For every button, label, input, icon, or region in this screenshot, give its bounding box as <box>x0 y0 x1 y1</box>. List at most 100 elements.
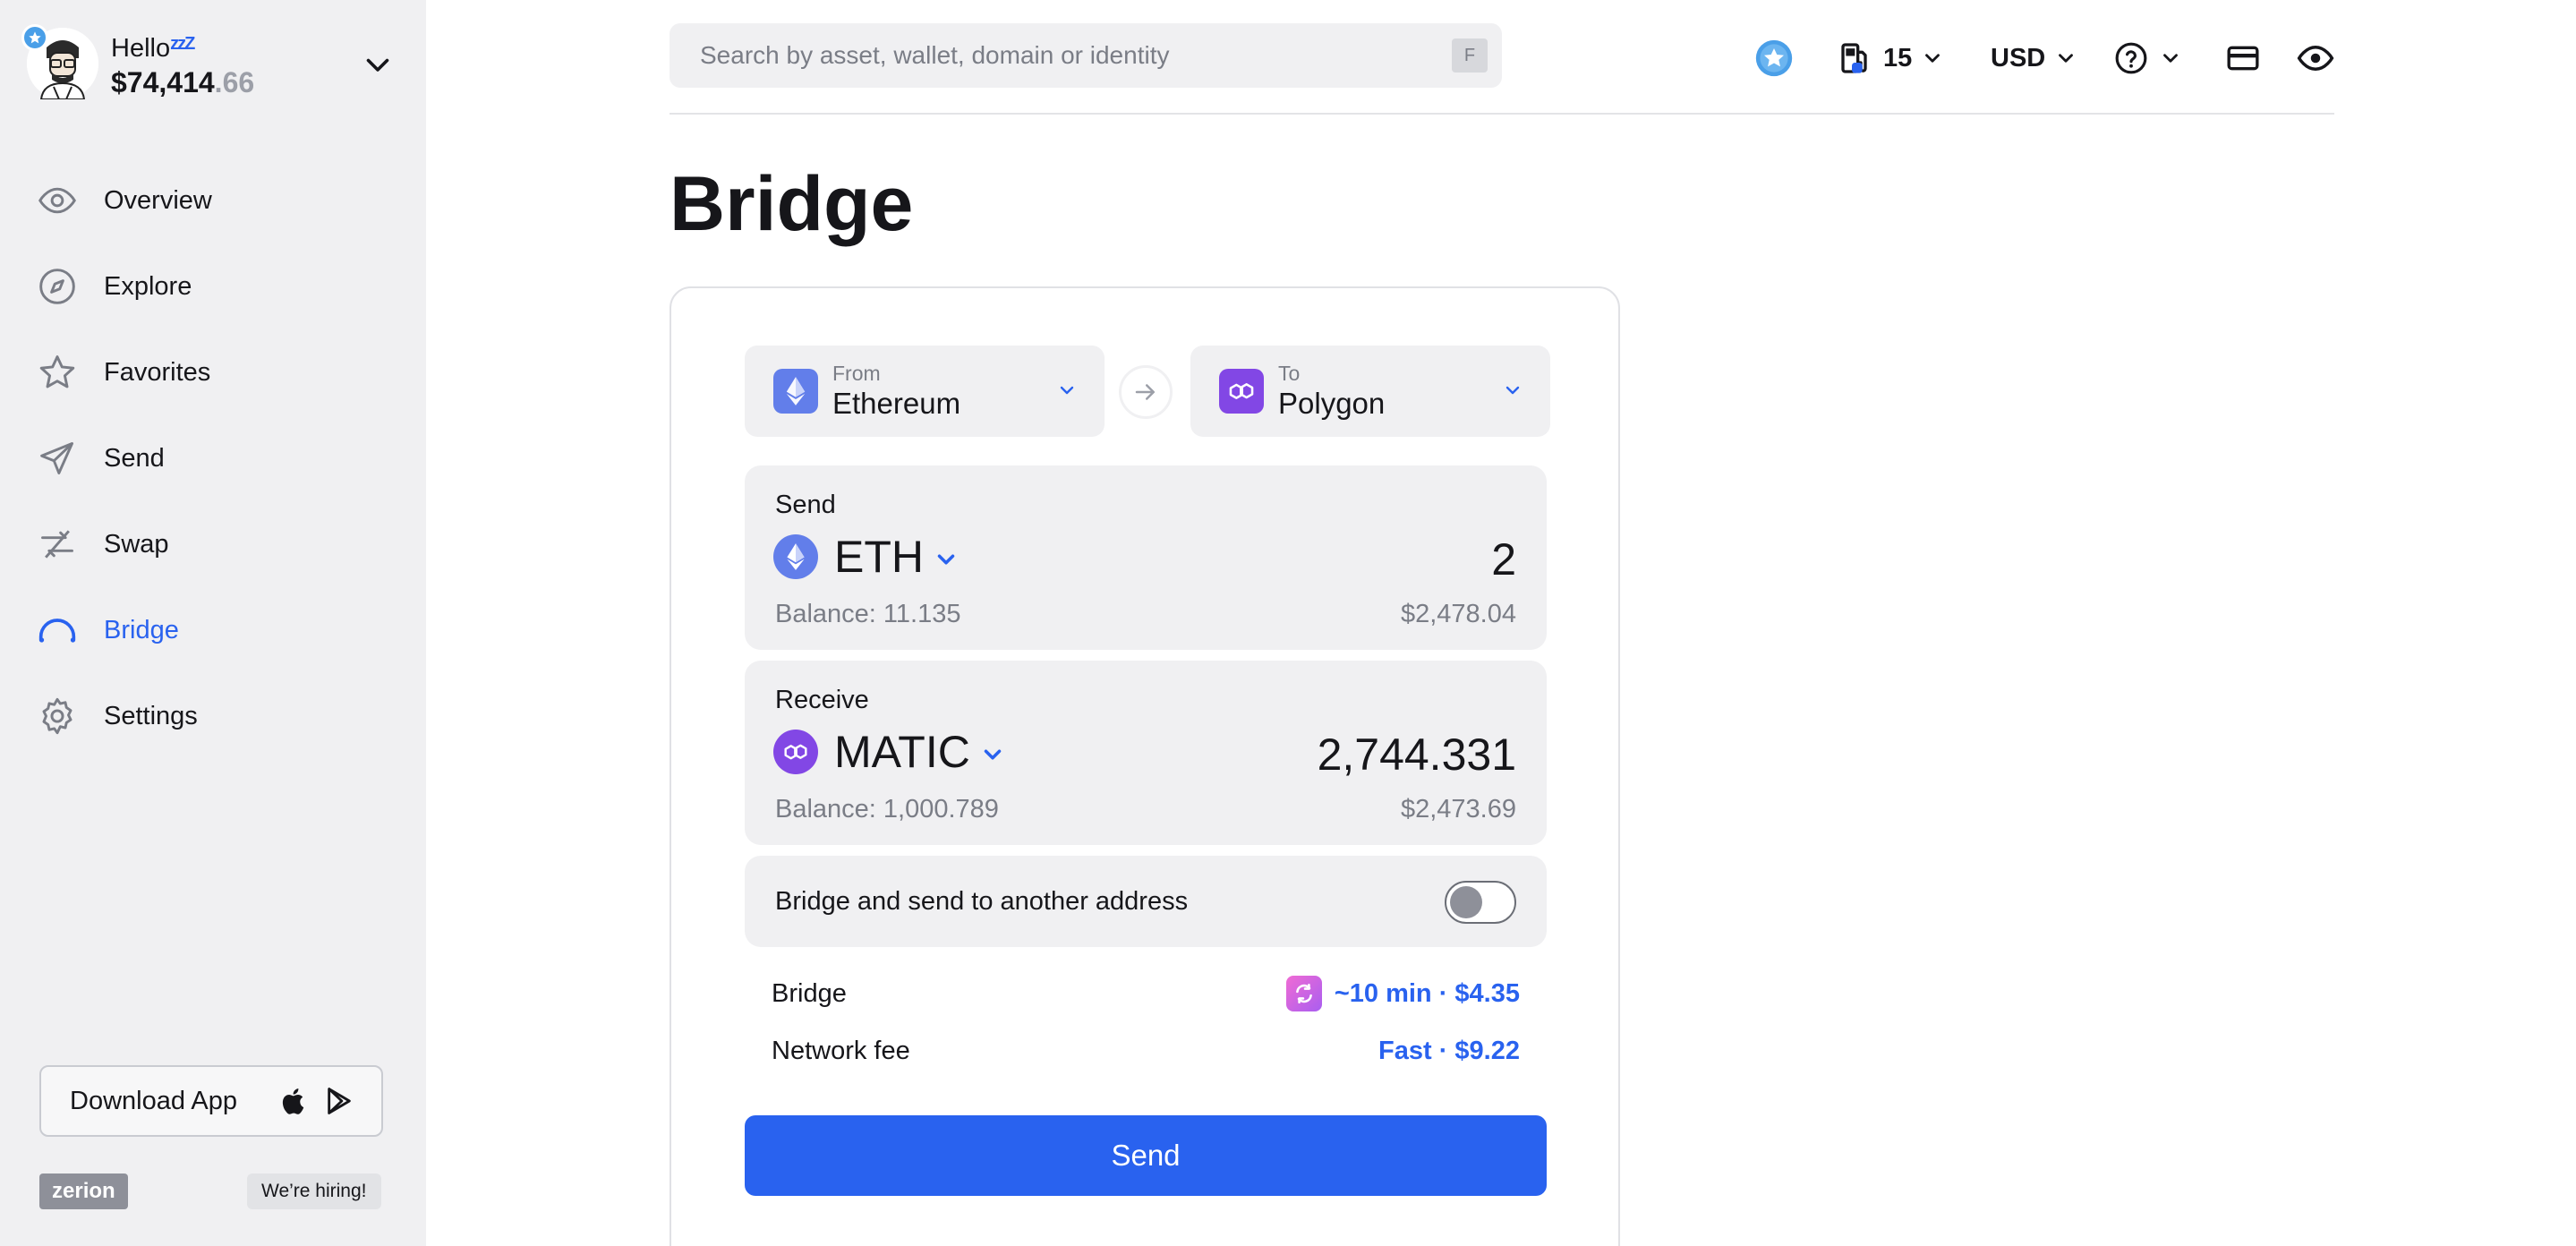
sidebar-item-swap[interactable]: Swap <box>38 501 396 587</box>
to-chain-name: Polygon <box>1278 387 1386 420</box>
sidebar-nav: Overview Explore Favorites Send Swap Bri… <box>38 158 396 759</box>
network-fee-row: Network fee Fast · $9.22 <box>772 1033 1520 1069</box>
download-app-label: Download App <box>70 1086 238 1115</box>
sidebar-item-label: Send <box>104 443 165 473</box>
eye-icon <box>2297 45 2334 72</box>
receive-label: Receive <box>775 686 869 714</box>
send-amount-panel: Send ETH Balance: 11.135 $2,478.04 <box>745 465 1547 650</box>
gear-icon <box>38 696 77 736</box>
gas-price-selector[interactable]: 15 <box>1838 36 1944 81</box>
bridge-provider-icon <box>1285 976 1322 1011</box>
sidebar-item-bridge[interactable]: Bridge <box>38 587 396 673</box>
switch-chains-button[interactable] <box>1119 365 1173 419</box>
bridge-route-label: Bridge <box>772 978 847 1008</box>
hide-balance-button[interactable] <box>2297 36 2334 81</box>
receive-amount-panel: Receive MATIC 2,744.331 Balance: 1,000.7… <box>745 661 1547 845</box>
apple-icon[interactable] <box>279 1085 310 1117</box>
receive-token-symbol: MATIC <box>834 727 970 777</box>
polygon-icon <box>1219 369 1264 414</box>
to-label: To <box>1278 362 1301 385</box>
sidebar-item-label: Settings <box>104 701 198 730</box>
swap-icon <box>38 525 77 564</box>
sidebar-item-favorites[interactable]: Favorites <box>38 329 396 415</box>
sidebar-item-label: Favorites <box>104 357 211 387</box>
from-chain-name: Ethereum <box>832 387 961 420</box>
header-divider <box>670 113 2334 115</box>
chevron-down-icon <box>937 554 955 565</box>
profile-switcher[interactable]: HellozzZ $74,414.66 <box>21 23 403 104</box>
send-to-address-option: Bridge and send to another address <box>745 856 1547 947</box>
send-label: Send <box>775 491 836 519</box>
download-app-button[interactable]: Download App <box>39 1065 383 1137</box>
network-fee-selector[interactable]: Fast · $9.22 <box>1378 1037 1520 1066</box>
star-icon <box>38 353 77 392</box>
hiring-link[interactable]: We’re hiring! <box>247 1173 381 1209</box>
currency-label: USD <box>1991 43 2046 73</box>
eth-token-icon <box>773 534 818 579</box>
search-shortcut-key: F <box>1452 38 1488 73</box>
bridge-route-selector[interactable]: ~10 min · $4.35 <box>1285 976 1520 1011</box>
star-badge-icon <box>21 24 48 51</box>
chevron-down-icon[interactable] <box>362 48 394 81</box>
bridge-route-row: Bridge ~10 min · $4.35 <box>772 976 1520 1011</box>
gas-value: 15 <box>1883 43 1913 73</box>
bridge-form: From Ethereum To Polygon Send ETH Balanc… <box>670 286 1620 1246</box>
send-amount-input[interactable] <box>1069 533 1516 585</box>
bridge-route-value: ~10 min · $4.35 <box>1334 978 1520 1008</box>
search-input[interactable] <box>700 41 1434 70</box>
avatar <box>21 24 98 100</box>
send-token-selector[interactable]: ETH <box>773 532 960 582</box>
chevron-down-icon <box>984 749 1002 760</box>
arrow-right-icon <box>1135 384 1155 400</box>
sidebar-item-label: Overview <box>104 185 212 215</box>
send-balance: Balance: 11.135 <box>775 600 961 628</box>
send-to-address-toggle[interactable] <box>1445 881 1516 924</box>
send-icon <box>38 439 77 478</box>
sidebar-item-settings[interactable]: Settings <box>38 673 396 759</box>
credit-card-icon <box>2227 46 2259 71</box>
page-title: Bridge <box>670 161 914 247</box>
help-menu[interactable] <box>2114 36 2182 81</box>
receive-usd-value: $2,473.69 <box>1400 795 1516 824</box>
from-chain-selector[interactable]: From Ethereum <box>745 346 1105 437</box>
send-usd-value: $2,478.04 <box>1400 600 1516 628</box>
rewards-button[interactable] <box>1754 36 1794 81</box>
sidebar-item-label: Explore <box>104 271 192 301</box>
bridge-icon <box>38 610 77 650</box>
ethereum-icon <box>773 369 818 414</box>
chevron-down-icon <box>2163 54 2178 63</box>
toggle-knob <box>1450 886 1482 918</box>
send-button[interactable]: Send <box>745 1115 1547 1196</box>
matic-token-icon <box>773 730 818 774</box>
receive-amount: 2,744.331 <box>1317 730 1516 780</box>
sleep-status: zzZ <box>170 33 195 54</box>
sidebar-item-explore[interactable]: Explore <box>38 243 396 329</box>
chevron-down-icon <box>1925 54 1941 63</box>
network-fee-label: Network fee <box>772 1036 910 1065</box>
currency-selector[interactable]: USD <box>1991 36 2077 81</box>
gas-pump-icon <box>1841 43 1867 73</box>
compass-icon <box>38 267 77 306</box>
chevron-down-icon <box>1506 386 1520 395</box>
send-to-address-label: Bridge and send to another address <box>775 886 1189 916</box>
card-button[interactable] <box>2225 36 2261 81</box>
sidebar-item-overview[interactable]: Overview <box>38 158 396 243</box>
receive-token-selector[interactable]: MATIC <box>773 727 1006 777</box>
eye-icon <box>38 181 77 220</box>
greeting: HellozzZ <box>111 33 195 63</box>
rewards-star-icon <box>1755 39 1793 77</box>
chevron-down-icon <box>1060 386 1074 395</box>
chevron-down-icon <box>2059 54 2074 63</box>
from-label: From <box>832 362 881 385</box>
send-token-symbol: ETH <box>834 532 924 582</box>
google-play-icon[interactable] <box>324 1085 354 1117</box>
sidebar-item-send[interactable]: Send <box>38 415 396 501</box>
help-icon <box>2115 42 2147 74</box>
portfolio-balance: $74,414.66 <box>111 65 255 98</box>
sidebar-item-label: Bridge <box>104 615 179 644</box>
to-chain-selector[interactable]: To Polygon <box>1190 346 1550 437</box>
receive-balance: Balance: 1,000.789 <box>775 795 999 824</box>
sidebar-item-label: Swap <box>104 529 169 559</box>
zerion-logo: zerion <box>39 1173 128 1209</box>
search-bar[interactable]: F <box>670 23 1502 88</box>
